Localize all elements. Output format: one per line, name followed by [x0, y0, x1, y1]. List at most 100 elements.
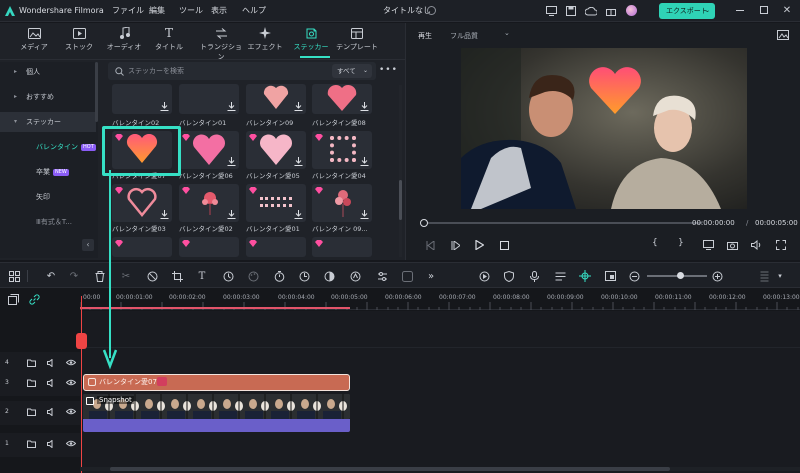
sticker-thumb-valentine09[interactable] — [246, 84, 306, 114]
more-options-icon[interactable]: ••• — [379, 65, 398, 75]
stabilize-icon[interactable] — [400, 269, 414, 283]
menu-view[interactable]: 表示 — [211, 0, 227, 22]
export-button[interactable]: エクスポート ⌄ — [659, 3, 715, 19]
playback-progress-track[interactable] — [422, 222, 702, 224]
tab-effects[interactable]: エフェクト — [245, 26, 285, 52]
sticker-thumb-valentine-love05[interactable] — [246, 131, 306, 169]
playhead-handle[interactable] — [76, 333, 87, 349]
folder-icon[interactable] — [27, 440, 37, 450]
more-tools-icon[interactable]: » — [424, 269, 438, 283]
shield-icon[interactable] — [502, 269, 516, 283]
chevron-down-icon[interactable]: ⌄ — [504, 29, 510, 37]
link-icon[interactable] — [28, 293, 40, 305]
sticker-thumb-valentine-love08[interactable] — [312, 84, 372, 114]
monitor-icon[interactable] — [545, 5, 557, 17]
cloud-icon[interactable] — [585, 5, 597, 17]
filter-select[interactable]: すべて ⌄ — [332, 64, 372, 78]
color-palette-icon[interactable] — [246, 269, 260, 283]
sticker-clip[interactable]: バレンタイン愛07 — [83, 374, 350, 391]
stop-icon[interactable] — [498, 239, 510, 251]
microphone-icon[interactable] — [527, 269, 541, 283]
speaker-icon[interactable] — [47, 379, 57, 389]
tab-media[interactable]: メディア — [14, 26, 54, 52]
zoom-out-icon[interactable] — [627, 269, 641, 283]
track-area[interactable] — [80, 311, 800, 473]
audio-waveform[interactable] — [83, 419, 350, 432]
crop-icon[interactable] — [170, 269, 184, 283]
eye-icon[interactable] — [66, 408, 76, 418]
menu-help[interactable]: ヘルプ — [242, 0, 266, 22]
tab-transitions[interactable]: トランジション — [198, 26, 244, 62]
folder-icon[interactable] — [27, 379, 37, 389]
maximize-icon[interactable] — [760, 6, 768, 14]
snap-icon[interactable] — [578, 269, 592, 283]
no-ripple-icon[interactable] — [145, 269, 159, 283]
camera-icon[interactable] — [726, 239, 738, 251]
mask-icon[interactable] — [322, 269, 336, 283]
sidebar-item-graduation[interactable]: 卒業 NEW — [0, 162, 96, 182]
sticker-thumb-row3-4[interactable] — [312, 237, 372, 257]
tab-stock[interactable]: ストック — [59, 26, 99, 52]
sidebar-item-other[interactable]: Ⅲ有式＆T... — [0, 212, 96, 232]
mark-in-icon[interactable]: { — [652, 238, 658, 248]
sidebar-item-stickers[interactable]: ▾ ステッカー — [0, 112, 96, 132]
undo-icon[interactable]: ↶ — [44, 269, 58, 283]
sticker-thumb-valentine-love06[interactable] — [179, 131, 239, 169]
sticker-thumb-row3-3[interactable] — [246, 237, 306, 257]
sidebar-scrollbar[interactable] — [95, 62, 98, 122]
sidebar-item-arrows[interactable]: 矢印 — [0, 187, 96, 207]
scissors-icon[interactable]: ✂ — [119, 269, 133, 283]
layout-grid-icon[interactable] — [7, 269, 21, 283]
video-clip[interactable]: Snapshot — [83, 394, 350, 419]
display-icon[interactable] — [702, 239, 714, 251]
sticker-thumb-valentine-love03[interactable] — [112, 184, 172, 222]
add-track-icon[interactable] — [7, 293, 19, 305]
playhead-line[interactable] — [81, 296, 82, 473]
redo-icon[interactable]: ↷ — [67, 269, 81, 283]
sticker-thumb-valentine02[interactable] — [112, 84, 172, 114]
voiceover-list-icon[interactable] — [553, 269, 567, 283]
tab-audio[interactable]: オーディオ — [104, 26, 144, 52]
playback-scrubber[interactable] — [420, 219, 428, 227]
tab-stickers[interactable]: ステッカー — [291, 26, 331, 52]
speed-icon[interactable] — [221, 269, 235, 283]
menu-edit[interactable]: 編集 — [149, 0, 165, 22]
timeline-scrollbar[interactable] — [110, 467, 670, 471]
mark-out-icon[interactable]: } — [678, 238, 684, 248]
tab-titles[interactable]: T タイトル — [149, 26, 189, 52]
snapshot-icon[interactable] — [777, 29, 789, 40]
play-icon[interactable] — [473, 239, 485, 251]
speaker-icon[interactable] — [47, 359, 57, 369]
sticker-thumb-valentine-love04[interactable] — [312, 131, 372, 169]
close-icon[interactable]: ✕ — [781, 4, 793, 16]
adjust-icon[interactable] — [375, 269, 389, 283]
zoom-in-icon[interactable] — [710, 269, 724, 283]
collapse-sidebar-button[interactable]: ‹ — [82, 239, 94, 251]
speaker-icon[interactable] — [47, 440, 57, 450]
pip-icon[interactable] — [603, 269, 617, 283]
eye-icon[interactable] — [66, 440, 76, 450]
play-frame-icon[interactable] — [449, 239, 461, 251]
sticker-thumb-row3-2[interactable] — [179, 237, 239, 257]
minimize-icon[interactable] — [736, 10, 744, 11]
fullscreen-icon[interactable] — [775, 239, 787, 251]
text-tool-icon[interactable]: T — [195, 269, 209, 283]
menu-file[interactable]: ファイル — [112, 0, 144, 22]
play-mode-label[interactable]: 再生 — [418, 31, 432, 41]
avatar[interactable] — [626, 5, 637, 16]
sticker-thumb-valentine01[interactable] — [179, 84, 239, 114]
ai-effect-icon[interactable] — [348, 269, 362, 283]
menu-tools[interactable]: ツール — [179, 0, 203, 22]
sidebar-item-valentine[interactable]: バレンタイン HOT — [0, 137, 96, 157]
time-ruler[interactable]: 00:00 00:00:01:00 00:00:02:00 00:00:03:0… — [80, 288, 800, 310]
work-area-range[interactable] — [80, 307, 350, 309]
video-preview-frame[interactable] — [461, 48, 747, 209]
quality-label[interactable]: フル品質 — [450, 31, 478, 41]
save-icon[interactable] — [565, 5, 577, 17]
step-back-icon[interactable] — [424, 239, 436, 251]
chevron-down-icon[interactable]: ▾ — [773, 269, 787, 283]
track-layout-icon[interactable] — [757, 269, 771, 283]
zoom-slider-thumb[interactable] — [677, 272, 684, 279]
speaker-icon[interactable] — [47, 408, 57, 418]
tab-templates[interactable]: テンプレート — [333, 26, 381, 52]
